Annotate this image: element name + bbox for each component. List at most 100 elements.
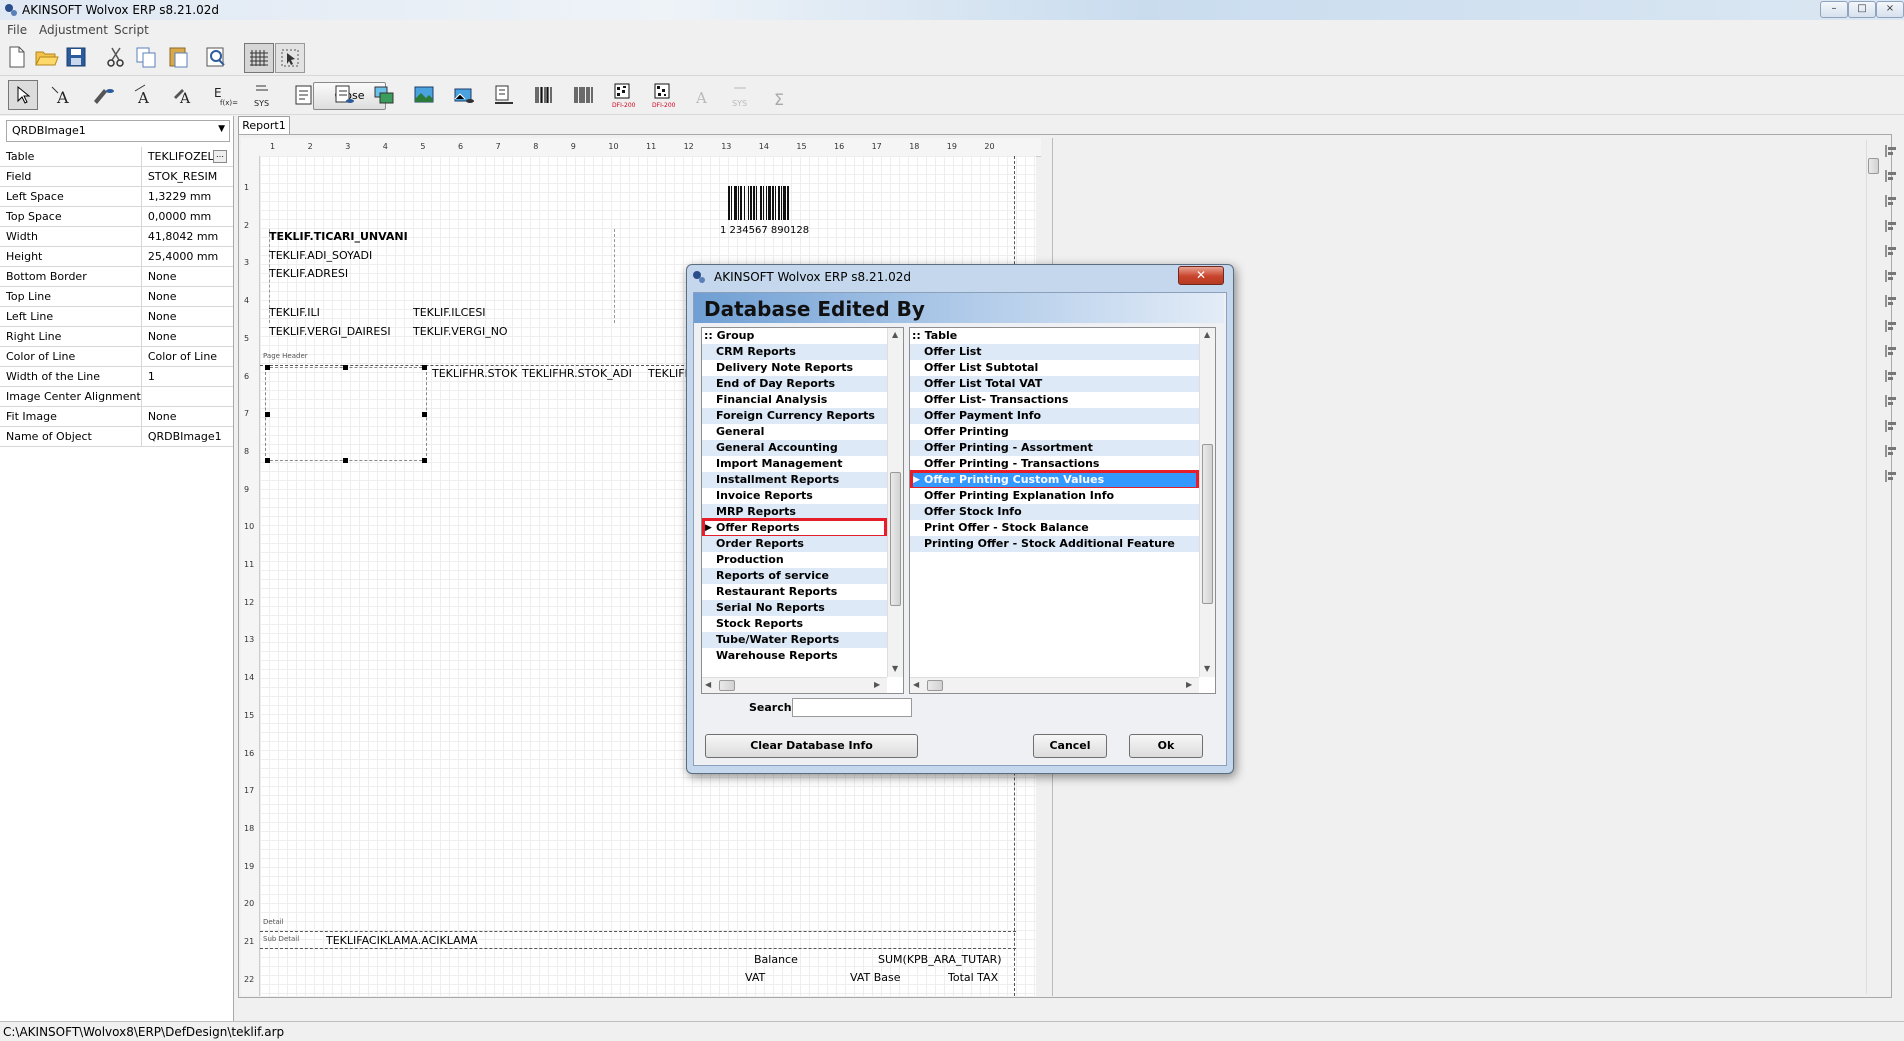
scroll-up-icon[interactable]: ▲: [1204, 330, 1210, 339]
property-value[interactable]: None: [141, 306, 233, 327]
scroll-left-icon[interactable]: ◀: [913, 680, 919, 689]
property-value[interactable]: STOK_RESIM: [141, 166, 233, 187]
group-item[interactable]: Foreign Currency Reports: [702, 408, 887, 424]
menu-script[interactable]: Script: [114, 23, 149, 37]
table-item[interactable]: Printing Offer - Stock Additional Featur…: [910, 536, 1199, 552]
menu-file[interactable]: File: [7, 23, 27, 37]
group-list-hscroll-thumb[interactable]: [719, 680, 735, 691]
minimize-button[interactable]: –: [1820, 1, 1848, 18]
align-tool-icon[interactable]: [1883, 168, 1899, 184]
group-item[interactable]: Delivery Note Reports: [702, 360, 887, 376]
close-window-button[interactable]: ×: [1876, 1, 1904, 18]
field-ticari-unvani[interactable]: TEKLIF.TICARI_UNVANI: [269, 230, 408, 243]
preview-zoom-icon[interactable]: [202, 43, 230, 71]
property-value[interactable]: TEKLIFOZEL…: [141, 147, 233, 167]
group-item[interactable]: Warehouse Reports: [702, 648, 887, 664]
field-adresi[interactable]: TEKLIF.ADRESI: [269, 267, 348, 280]
property-value[interactable]: None: [141, 326, 233, 347]
scroll-down-icon[interactable]: ▼: [1204, 664, 1210, 673]
align-tool-icon[interactable]: [1883, 418, 1899, 434]
label-balance[interactable]: Balance: [754, 953, 798, 966]
scroll-up-icon[interactable]: ▲: [892, 330, 898, 339]
db-barcode-tool-icon[interactable]: [570, 81, 598, 109]
table-item[interactable]: Print Offer - Stock Balance: [910, 520, 1199, 536]
db-memo-tool-icon[interactable]: [330, 81, 358, 109]
table-item[interactable]: Offer List Total VAT: [910, 376, 1199, 392]
group-item[interactable]: Restaurant Reports: [702, 584, 887, 600]
property-value[interactable]: 1: [141, 366, 233, 387]
ellipsis-icon[interactable]: …: [213, 150, 227, 163]
field-stok[interactable]: TEKLIFHR.STOK: [432, 367, 517, 380]
group-item[interactable]: Production: [702, 552, 887, 568]
db-text-tool-icon[interactable]: [90, 81, 118, 109]
copy-icon[interactable]: [132, 43, 160, 71]
table-item[interactable]: Offer Payment Info: [910, 408, 1199, 424]
group-item[interactable]: Installment Reports: [702, 472, 887, 488]
align-tool-icon[interactable]: [1883, 368, 1899, 384]
grid-toggle-icon[interactable]: [244, 43, 274, 73]
resize-handle[interactable]: [265, 365, 270, 370]
resize-handle[interactable]: [265, 412, 270, 417]
barcode-tool-icon[interactable]: [530, 81, 558, 109]
open-folder-icon[interactable]: [32, 43, 60, 71]
align-tool-icon[interactable]: [1883, 468, 1899, 484]
table-list-vscrollbar[interactable]: ▲ ▼: [1199, 328, 1215, 677]
align-tool-icon[interactable]: [1883, 143, 1899, 159]
db-datamatrix-tool-icon[interactable]: DFI-200: [648, 81, 676, 109]
table-item[interactable]: Offer List Subtotal: [910, 360, 1199, 376]
resize-handle[interactable]: [265, 458, 270, 463]
table-item-selected[interactable]: ▶ Offer Printing Custom Values: [910, 470, 1199, 490]
table-item[interactable]: Offer Printing - Assortment: [910, 440, 1199, 456]
resize-handle[interactable]: [422, 412, 427, 417]
field-sum-kpb-ara-tutar[interactable]: SUM(KPB_ARA_TUTAR): [878, 953, 1002, 966]
table-item[interactable]: Offer Stock Info: [910, 504, 1199, 520]
field-adi-soyadi[interactable]: TEKLIF.ADI_SOYADI: [269, 249, 372, 262]
scroll-down-icon[interactable]: ▼: [892, 664, 898, 673]
align-tool-icon[interactable]: [1883, 193, 1899, 209]
group-item[interactable]: General Accounting: [702, 440, 887, 456]
align-tool-icon[interactable]: [1883, 268, 1899, 284]
group-list-scroll-thumb[interactable]: [890, 472, 901, 606]
property-value[interactable]: None: [141, 406, 233, 427]
db-image-tool-icon[interactable]: [450, 81, 478, 109]
group-item-selected[interactable]: ▶ Offer Reports: [702, 518, 887, 538]
table-list[interactable]: :: Table Offer List Offer List Subtotal Of…: [909, 327, 1216, 694]
maximize-button[interactable]: □: [1848, 1, 1876, 18]
group-item[interactable]: Stock Reports: [702, 616, 887, 632]
align-tool-icon[interactable]: [1883, 218, 1899, 234]
image-tool-icon[interactable]: [410, 81, 438, 109]
group-item[interactable]: Reports of service: [702, 568, 887, 584]
label-total-tax[interactable]: Total TAX: [948, 971, 998, 984]
search-input[interactable]: [792, 698, 912, 717]
property-value[interactable]: None: [141, 286, 233, 307]
scroll-left-icon[interactable]: ◀: [705, 680, 711, 689]
menu-adjustment[interactable]: Adjustment: [39, 23, 108, 37]
scroll-right-icon[interactable]: ▶: [874, 680, 880, 689]
field-vergi-dairesi[interactable]: TEKLIF.VERGI_DAIRESI: [269, 325, 391, 338]
memo-tool-icon[interactable]: [290, 81, 318, 109]
table-list-hscroll-thumb[interactable]: [927, 680, 943, 691]
tab-report1[interactable]: Report1: [238, 116, 290, 135]
align-tool-icon[interactable]: [1883, 443, 1899, 459]
table-item[interactable]: Offer List- Transactions: [910, 392, 1199, 408]
rich-text-tool-icon[interactable]: A: [130, 81, 158, 109]
group-item[interactable]: CRM Reports: [702, 344, 887, 360]
group-item[interactable]: Serial No Reports: [702, 600, 887, 616]
barcode-image[interactable]: [726, 186, 822, 220]
label-vat[interactable]: VAT: [745, 971, 765, 984]
align-tool-icon[interactable]: [1883, 393, 1899, 409]
field-ili[interactable]: TEKLIF.ILI: [269, 306, 320, 319]
clear-database-info-button[interactable]: Clear Database Info: [705, 734, 918, 758]
shape-tool-icon[interactable]: [370, 81, 398, 109]
property-value[interactable]: None: [141, 266, 233, 287]
label-vat-base[interactable]: VAT Base: [850, 971, 901, 984]
group-item[interactable]: General: [702, 424, 887, 440]
align-tool-icon[interactable]: [1883, 293, 1899, 309]
align-tool-icon[interactable]: [1883, 318, 1899, 334]
cancel-button[interactable]: Cancel: [1033, 734, 1107, 758]
table-item[interactable]: Offer List: [910, 344, 1199, 360]
ok-button[interactable]: Ok: [1129, 734, 1203, 758]
qrdbimage1-selected-object[interactable]: [265, 367, 427, 461]
resize-handle[interactable]: [343, 365, 348, 370]
sysdata-tool-icon[interactable]: SYS: [250, 81, 278, 109]
